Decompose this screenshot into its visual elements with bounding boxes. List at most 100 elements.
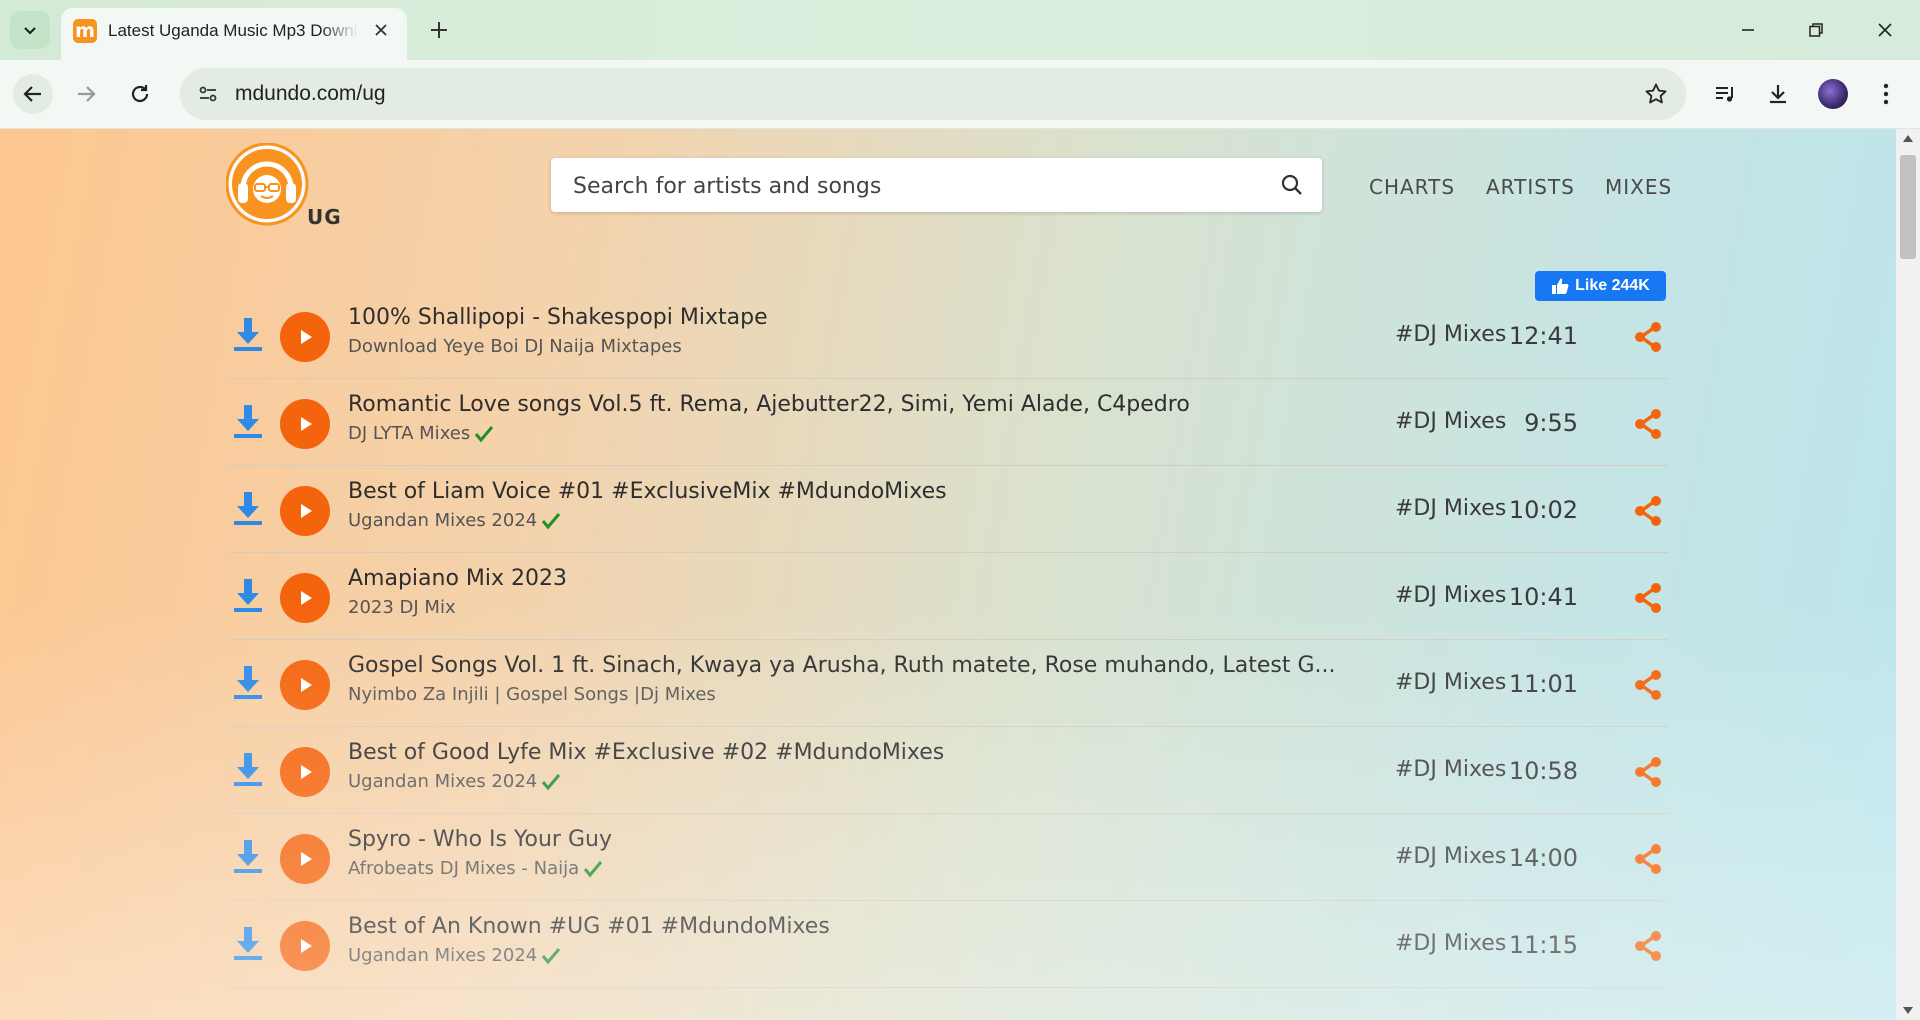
track-title[interactable]: Best of Good Lyfe Mix #Exclusive #02 #Md… — [348, 740, 944, 765]
reload-button[interactable] — [120, 74, 160, 114]
track-row[interactable]: Gospel Songs Vol. 1 ft. Sinach, Kwaya ya… — [228, 640, 1668, 727]
genre-tag[interactable]: #DJ Mixes — [1395, 757, 1506, 782]
share-button[interactable] — [1630, 493, 1666, 529]
share-button[interactable] — [1630, 667, 1666, 703]
track-title[interactable]: Gospel Songs Vol. 1 ft. Sinach, Kwaya ya… — [348, 653, 1336, 678]
genre-tag[interactable]: #DJ Mixes — [1395, 931, 1506, 956]
nav-artists-link[interactable]: ARTISTS — [1486, 175, 1575, 199]
download-button[interactable] — [228, 745, 268, 793]
track-subtitle[interactable]: Afrobeats DJ Mixes - Naija — [348, 858, 603, 879]
download-button[interactable] — [228, 310, 268, 358]
track-duration: 9:55 — [1524, 409, 1578, 437]
track-title[interactable]: 100% Shallipopi - Shakespopi Mixtape — [348, 305, 768, 330]
forward-button[interactable] — [66, 74, 106, 114]
share-icon — [1635, 670, 1661, 700]
track-row[interactable]: 100% Shallipopi - Shakespopi Mixtape Down… — [228, 292, 1668, 379]
play-button[interactable] — [280, 834, 330, 884]
scrollbar-thumb[interactable] — [1900, 155, 1916, 259]
play-button[interactable] — [280, 660, 330, 710]
track-subtitle[interactable]: Download Yeye Boi DJ Naija Mixtapes — [348, 336, 682, 357]
play-button[interactable] — [280, 921, 330, 971]
track-row[interactable]: Spyro - Who Is Your Guy Afrobeats DJ Mixe… — [228, 814, 1668, 901]
tab-search-button[interactable] — [10, 11, 50, 49]
genre-tag[interactable]: #DJ Mixes — [1395, 583, 1506, 608]
share-button[interactable] — [1630, 754, 1666, 790]
avatar — [1818, 79, 1848, 109]
track-subtitle[interactable]: DJ LYTA Mixes — [348, 423, 494, 444]
play-button[interactable] — [280, 573, 330, 623]
genre-tag[interactable]: #DJ Mixes — [1395, 844, 1506, 869]
site-favicon-icon: m — [73, 19, 97, 43]
page-scrollbar[interactable] — [1896, 129, 1920, 1020]
play-button[interactable] — [280, 486, 330, 536]
window-close-button[interactable] — [1865, 12, 1905, 48]
track-subtitle[interactable]: Ugandan Mixes 2024 — [348, 510, 561, 531]
genre-tag[interactable]: #DJ Mixes — [1395, 322, 1506, 347]
nav-mixes-link[interactable]: MIXES — [1605, 175, 1672, 199]
track-subtitle[interactable]: Ugandan Mixes 2024 — [348, 771, 561, 792]
share-button[interactable] — [1630, 319, 1666, 355]
track-row[interactable]: Best of An Known #UG #01 #MdundoMixes Uga… — [228, 901, 1668, 988]
track-title[interactable]: Best of An Known #UG #01 #MdundoMixes — [348, 914, 830, 939]
download-icon — [234, 927, 262, 960]
nav-charts-link[interactable]: CHARTS — [1369, 175, 1455, 199]
track-subtitle[interactable]: Ugandan Mixes 2024 — [348, 945, 561, 966]
download-button[interactable] — [228, 571, 268, 619]
track-subtitle-text: Afrobeats DJ Mixes - Naija — [348, 858, 580, 879]
download-icon — [234, 666, 262, 699]
track-title[interactable]: Best of Liam Voice #01 #ExclusiveMix #Md… — [348, 479, 947, 504]
track-subtitle-text: Download Yeye Boi DJ Naija Mixtapes — [348, 336, 682, 357]
track-title[interactable]: Spyro - Who Is Your Guy — [348, 827, 612, 852]
scroll-down-arrow-icon[interactable] — [1903, 1007, 1913, 1014]
track-title[interactable]: Romantic Love songs Vol.5 ft. Rema, Ajeb… — [348, 392, 1190, 417]
track-subtitle-text: Ugandan Mixes 2024 — [348, 945, 538, 966]
share-button[interactable] — [1630, 841, 1666, 877]
browser-tab[interactable]: m Latest Uganda Music Mp3 Downloads — [61, 8, 407, 60]
site-info-icon[interactable] — [194, 80, 222, 108]
track-duration: 14:00 — [1508, 844, 1578, 872]
share-button[interactable] — [1630, 580, 1666, 616]
download-button[interactable] — [228, 658, 268, 706]
browser-menu-button[interactable] — [1866, 74, 1906, 114]
track-row[interactable]: Amapiano Mix 2023 2023 DJ Mix #DJ Mixes 10:… — [228, 553, 1668, 640]
download-button[interactable] — [228, 919, 268, 967]
search-input[interactable] — [571, 158, 1255, 214]
genre-tag[interactable]: #DJ Mixes — [1395, 409, 1506, 434]
play-button[interactable] — [280, 399, 330, 449]
back-button[interactable] — [13, 74, 53, 114]
track-row[interactable]: Best of Liam Voice #01 #ExclusiveMix #Md… — [228, 466, 1668, 553]
downloads-button[interactable] — [1758, 74, 1798, 114]
play-button[interactable] — [280, 747, 330, 797]
track-subtitle[interactable]: Nyimbo Za Injili | Gospel Songs |Dj Mixe… — [348, 684, 716, 705]
playlist-icon — [1716, 87, 1733, 102]
share-button[interactable] — [1630, 928, 1666, 964]
share-icon — [1635, 757, 1661, 787]
download-button[interactable] — [228, 397, 268, 445]
download-button[interactable] — [228, 832, 268, 880]
scroll-up-arrow-icon[interactable] — [1903, 135, 1913, 142]
bookmark-star-icon[interactable] — [1642, 80, 1670, 108]
track-subtitle[interactable]: 2023 DJ Mix — [348, 597, 456, 618]
track-row[interactable]: Best of Good Lyfe Mix #Exclusive #02 #Md… — [228, 727, 1668, 814]
share-button[interactable] — [1630, 406, 1666, 442]
genre-tag[interactable]: #DJ Mixes — [1395, 670, 1506, 695]
profile-button[interactable] — [1813, 74, 1853, 114]
genre-tag[interactable]: #DJ Mixes — [1395, 496, 1506, 521]
play-icon — [301, 417, 312, 431]
track-duration: 12:41 — [1508, 322, 1578, 350]
mdundo-logo[interactable] — [226, 143, 312, 229]
download-button[interactable] — [228, 484, 268, 532]
minimize-button[interactable] — [1728, 12, 1768, 48]
search-button[interactable] — [1278, 171, 1306, 199]
restore-button[interactable] — [1796, 12, 1836, 48]
new-tab-button[interactable] — [424, 15, 454, 45]
reload-icon — [131, 85, 149, 103]
address-bar[interactable]: mdundo.com/ug — [180, 68, 1686, 120]
track-row[interactable]: Romantic Love songs Vol.5 ft. Rema, Ajeb… — [228, 379, 1668, 466]
play-button[interactable] — [280, 312, 330, 362]
media-control-button[interactable] — [1705, 74, 1745, 114]
share-icon — [1635, 931, 1661, 961]
tab-close-button[interactable] — [369, 18, 393, 42]
download-icon — [234, 318, 262, 351]
track-title[interactable]: Amapiano Mix 2023 — [348, 566, 567, 591]
